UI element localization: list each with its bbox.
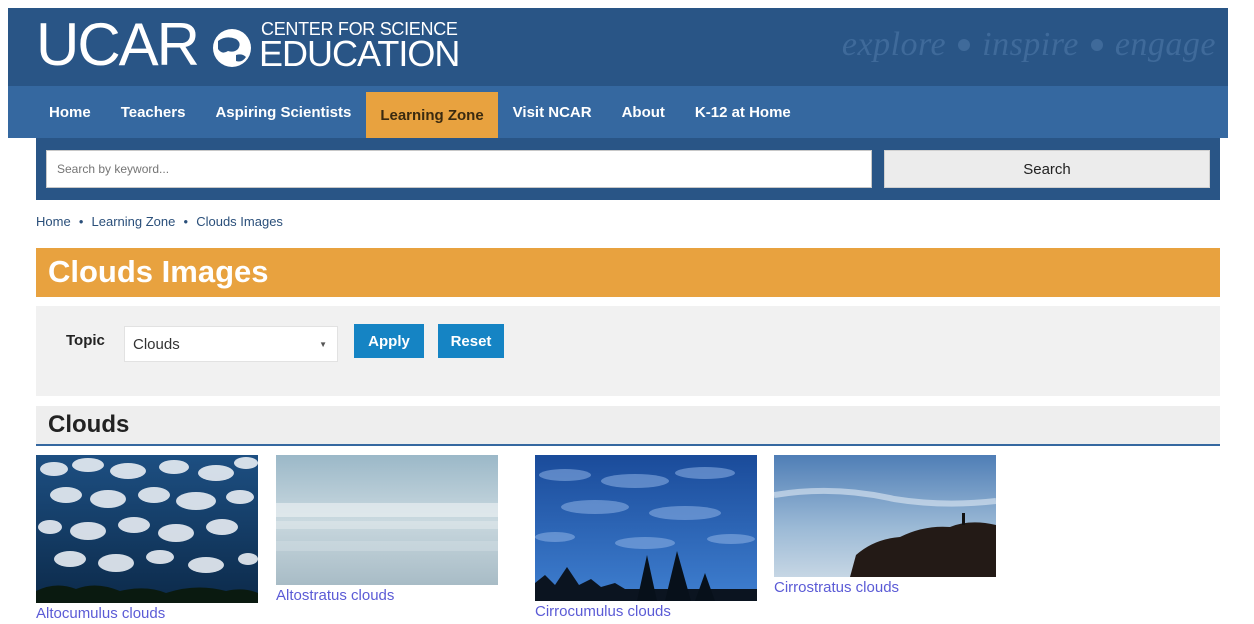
title-bar: Clouds Images — [36, 248, 1220, 297]
breadcrumb-learning-zone[interactable]: Learning Zone — [92, 214, 176, 229]
tagline-dot-icon — [958, 39, 971, 51]
altocumulus-thumbnail[interactable] — [36, 455, 258, 603]
gallery-caption[interactable]: Cirrostratus clouds — [774, 579, 996, 596]
page-title: Clouds Images — [48, 254, 269, 289]
gallery-caption[interactable]: Altostratus clouds — [276, 587, 498, 604]
tagline-inspire: inspire — [982, 26, 1079, 63]
topic-select[interactable]: Clouds ▼ — [124, 326, 338, 362]
tagline-engage: engage — [1114, 26, 1216, 63]
cirrocumulus-thumbnail[interactable] — [535, 455, 757, 601]
nav-item-aspiring-scientists[interactable]: Aspiring Scientists — [200, 86, 366, 138]
gallery-item[interactable]: Cirrostratus clouds — [774, 455, 996, 596]
search-bar: Search — [36, 138, 1220, 200]
breadcrumb-home[interactable]: Home — [36, 214, 71, 229]
search-input[interactable] — [46, 150, 872, 188]
main-nav: Home Teachers Aspiring Scientists Learni… — [8, 86, 1228, 138]
nav-item-home[interactable]: Home — [34, 86, 106, 138]
gallery-caption[interactable]: Altocumulus clouds — [36, 605, 258, 622]
tagline-explore: explore — [841, 26, 947, 63]
nav-item-visit-ncar[interactable]: Visit NCAR — [498, 86, 607, 138]
gallery-caption[interactable]: Cirrocumulus clouds — [535, 603, 757, 620]
breadcrumb-separator-icon: ● — [183, 217, 189, 226]
nav-item-k12-at-home[interactable]: K-12 at Home — [680, 86, 806, 138]
nav-item-learning-zone[interactable]: Learning Zone — [366, 92, 498, 138]
logo-ucar-text[interactable]: UCAR — [36, 10, 200, 80]
topic-select-value: Clouds — [133, 335, 180, 353]
site-header: UCAR CENTER FOR SCIENCE EDUCATION explor… — [8, 8, 1228, 86]
breadcrumb-current: Clouds Images — [196, 214, 283, 229]
breadcrumb-separator-icon: ● — [78, 217, 84, 226]
gallery-item[interactable]: Cirrocumulus clouds — [535, 455, 757, 620]
gallery-item[interactable]: Altostratus clouds — [276, 455, 498, 604]
nav-item-about[interactable]: About — [607, 86, 680, 138]
apply-button[interactable]: Apply — [354, 324, 424, 358]
nav-item-teachers[interactable]: Teachers — [106, 86, 201, 138]
reset-button[interactable]: Reset — [438, 324, 504, 358]
gallery-item[interactable]: Altocumulus clouds — [36, 455, 258, 622]
logo-education-text: EDUCATION — [259, 33, 460, 74]
chevron-down-icon: ▼ — [319, 339, 327, 349]
cirrostratus-thumbnail[interactable] — [774, 455, 996, 577]
section-title: Clouds — [48, 411, 130, 438]
section-header: Clouds — [36, 406, 1220, 446]
breadcrumb: Home ● Learning Zone ● Clouds Images — [36, 214, 283, 229]
tagline-dot-icon — [1090, 39, 1103, 51]
filter-panel: Topic Clouds ▼ Apply Reset — [36, 306, 1220, 396]
topic-label: Topic — [66, 332, 105, 349]
tagline: explore inspire engage — [842, 26, 1216, 64]
globe-logo-icon[interactable] — [206, 27, 258, 69]
search-button[interactable]: Search — [884, 150, 1210, 188]
altostratus-thumbnail[interactable] — [276, 455, 498, 585]
